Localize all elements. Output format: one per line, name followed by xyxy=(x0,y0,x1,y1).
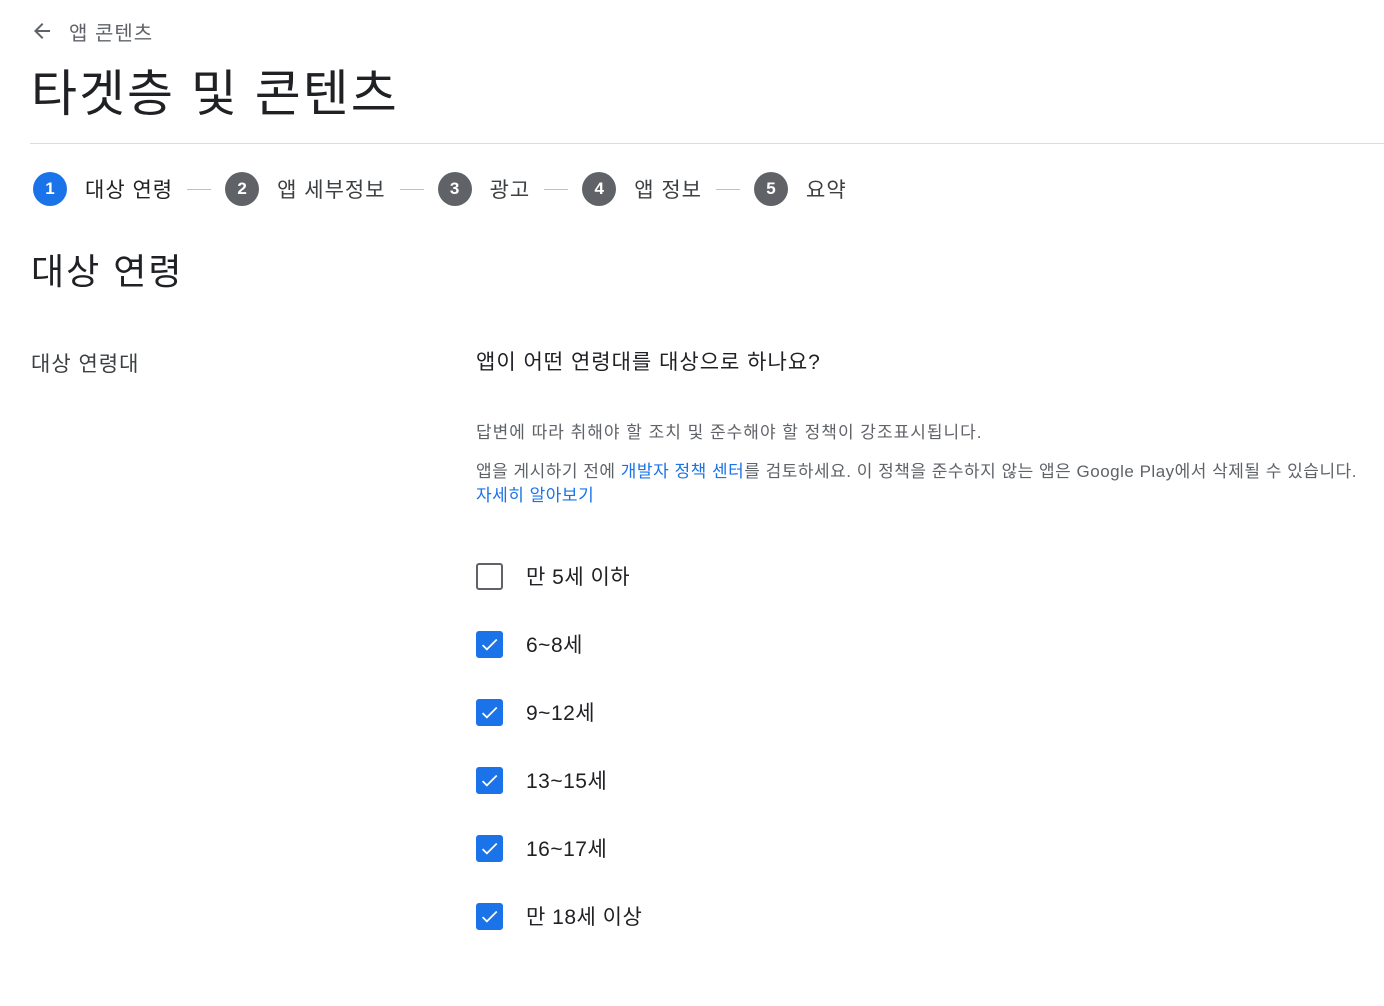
step-summary[interactable]: 5 요약 xyxy=(754,172,847,206)
age-group-content: 앱이 어떤 연령대를 대상으로 하나요? 답변에 따라 취해야 할 조치 및 준… xyxy=(476,348,1376,930)
policy-notice-text: 앱을 게시하기 전에 xyxy=(476,462,621,481)
step-number-badge: 2 xyxy=(225,172,260,206)
step-connector xyxy=(544,188,569,190)
arrow-left-icon xyxy=(30,19,54,43)
option-label: 6~8세 xyxy=(526,634,583,657)
age-option-16-17[interactable]: 16~17세 xyxy=(476,834,642,862)
checkbox[interactable] xyxy=(476,902,503,930)
age-option-18-over[interactable]: 만 18세 이상 xyxy=(476,902,642,930)
back-link-label: 앱 콘텐츠 xyxy=(69,22,154,45)
question-text: 앱이 어떤 연령대를 대상으로 하나요? xyxy=(476,351,821,374)
step-ads[interactable]: 3 광고 xyxy=(437,172,531,206)
policy-notice-text: 를 검토하세요. 이 정책을 준수하지 않는 앱은 Google Play에서 … xyxy=(744,462,1357,481)
age-option-9-12[interactable]: 9~12세 xyxy=(476,698,642,726)
step-app-info[interactable]: 4 앱 정보 xyxy=(582,172,702,206)
step-label: 앱 세부정보 xyxy=(277,179,386,202)
stepper: 1 대상 연령 2 앱 세부정보 3 광고 4 앱 정보 5 요약 xyxy=(33,172,847,206)
check-icon xyxy=(481,910,498,923)
checkbox[interactable] xyxy=(476,698,503,726)
header-divider xyxy=(30,143,1384,144)
age-options-list: 만 5세 이하 6~8세 9~12세 13~15세 16~17세 만 18세 이… xyxy=(476,562,642,970)
age-option-5-under[interactable]: 만 5세 이하 xyxy=(476,562,642,590)
section-title: 대상 연령 xyxy=(31,251,184,292)
step-label: 요약 xyxy=(806,179,847,202)
age-option-6-8[interactable]: 6~8세 xyxy=(476,630,642,658)
step-connector xyxy=(716,188,740,190)
checkbox[interactable] xyxy=(476,630,503,658)
checkbox[interactable] xyxy=(476,766,503,794)
step-connector xyxy=(187,188,212,190)
step-app-details[interactable]: 2 앱 세부정보 xyxy=(225,172,385,206)
page-title: 타겟층 및 콘텐츠 xyxy=(31,66,399,122)
policy-notice: 앱을 게시하기 전에 개발자 정책 센터를 검토하세요. 이 정책을 준수하지 … xyxy=(476,460,1376,508)
step-number-badge: 4 xyxy=(582,172,617,206)
step-target-age[interactable]: 1 대상 연령 xyxy=(33,172,173,206)
option-label: 16~17세 xyxy=(526,838,608,861)
option-label: 13~15세 xyxy=(526,770,608,793)
check-icon xyxy=(481,706,498,719)
option-label: 만 18세 이상 xyxy=(526,906,643,929)
option-label: 만 5세 이하 xyxy=(526,566,631,589)
step-label: 광고 xyxy=(489,179,531,202)
back-link[interactable]: 앱 콘텐츠 xyxy=(30,16,153,46)
step-connector xyxy=(399,188,424,190)
field-label: 대상 연령대 xyxy=(31,353,140,376)
checkbox[interactable] xyxy=(476,562,503,590)
page: 앱 콘텐츠 타겟층 및 콘텐츠 1 대상 연령 2 앱 세부정보 3 광고 4 … xyxy=(0,0,1384,1006)
option-label: 9~12세 xyxy=(526,702,596,725)
age-option-13-15[interactable]: 13~15세 xyxy=(476,766,642,794)
checkbox[interactable] xyxy=(476,834,503,862)
help-text: 답변에 따라 취해야 할 조치 및 준수해야 할 정책이 강조표시됩니다. xyxy=(476,423,983,442)
developer-policy-center-link[interactable]: 개발자 정책 센터 xyxy=(621,462,744,481)
learn-more-link[interactable]: 자세히 알아보기 xyxy=(476,486,594,505)
step-label: 대상 연령 xyxy=(85,179,174,202)
step-number-badge: 5 xyxy=(754,172,788,206)
check-icon xyxy=(481,842,498,855)
check-icon xyxy=(481,638,498,651)
step-number-badge: 3 xyxy=(437,172,472,206)
step-label: 앱 정보 xyxy=(634,179,702,202)
step-number-badge: 1 xyxy=(33,172,67,206)
check-icon xyxy=(481,774,498,787)
